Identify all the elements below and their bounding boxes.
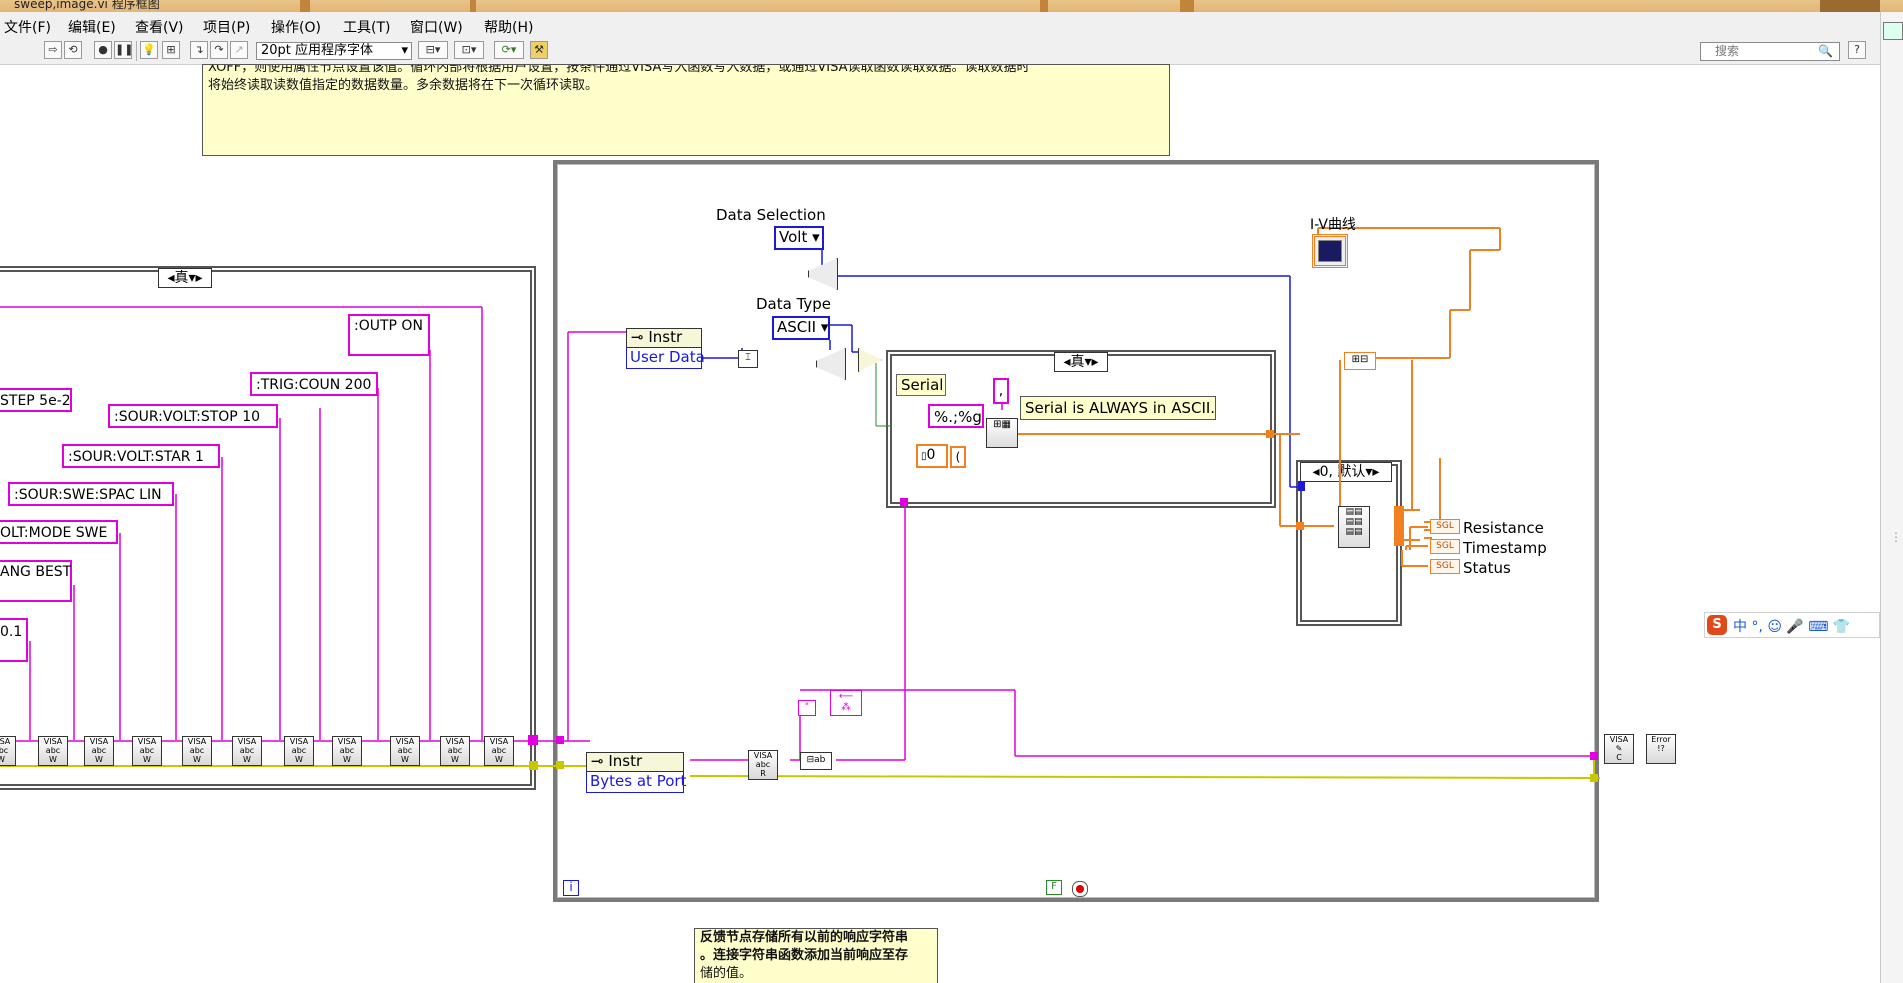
serial-label: Serial bbox=[896, 374, 946, 396]
ime-edge: ⋮ bbox=[1890, 530, 1902, 544]
visa-write-node[interactable]: VISAabcW bbox=[38, 736, 68, 766]
visa-write-node[interactable]: VISAabcW bbox=[332, 736, 362, 766]
visa-write-node[interactable]: VISAabcW bbox=[182, 736, 212, 766]
visa-write-node[interactable]: VISAabcW bbox=[484, 736, 514, 766]
resistance-indicator[interactable]: SGL bbox=[1430, 519, 1460, 534]
scpi-value[interactable]: 0.1 bbox=[0, 618, 28, 662]
zero-constant[interactable]: ▯0 bbox=[916, 444, 948, 468]
instr-icon: ⊸ bbox=[591, 752, 609, 770]
status-label: Status bbox=[1463, 559, 1511, 577]
visa-write-node[interactable]: VISAabcW bbox=[84, 736, 114, 766]
scpi-range-best[interactable]: ANG BEST bbox=[0, 560, 72, 602]
visa-write-node[interactable]: VISAabcW bbox=[0, 736, 16, 766]
instr-property-node[interactable]: ⊸ Instr bbox=[626, 328, 702, 348]
ime-toolbar[interactable]: S 中 °, ☺ 🎤 ⌨ 👕 bbox=[1704, 612, 1880, 638]
spreadsheet-string-to-array-icon[interactable]: ⊞▦ bbox=[986, 418, 1018, 448]
concatenate-strings-icon[interactable]: ⊟ab bbox=[800, 752, 832, 770]
bytes-at-port-property[interactable]: Bytes at Port bbox=[586, 772, 686, 793]
scpi-sour-swe-spac[interactable]: :SOUR:SWE:SPAC LIN bbox=[8, 482, 174, 506]
empty-string-constant[interactable]: " bbox=[798, 700, 816, 716]
resistance-label: Resistance bbox=[1463, 519, 1544, 537]
iv-curve-label: I-V曲线 bbox=[1310, 217, 1356, 233]
scpi-trig-coun[interactable]: :TRIG:COUN 200 bbox=[250, 372, 378, 396]
bundle-icon[interactable]: ⊞⊟ bbox=[1344, 352, 1376, 370]
wire-diagram bbox=[0, 227, 1601, 782]
timestamp-indicator[interactable]: SGL bbox=[1430, 539, 1460, 554]
visa-write-node[interactable]: VISAabcW bbox=[440, 736, 470, 766]
simple-error-handler[interactable]: Error!? bbox=[1646, 734, 1676, 764]
scpi-volt-mode[interactable]: OLT:MODE SWE bbox=[0, 520, 118, 544]
data-type-control[interactable]: ASCII ▾ bbox=[772, 316, 830, 340]
data-selection-control[interactable]: Volt ▾ bbox=[774, 226, 824, 250]
visa-close-node[interactable]: VISA ✎ C bbox=[1604, 734, 1634, 764]
comma-constant[interactable]: , bbox=[993, 378, 1009, 404]
scpi-sour-volt-star[interactable]: :SOUR:VOLT:STAR 1 bbox=[62, 444, 220, 468]
variant-to-data-icon[interactable]: ⌶ bbox=[738, 350, 758, 368]
instr-icon: ⊸ bbox=[631, 328, 649, 346]
array-constant-bracket: ( bbox=[950, 446, 966, 468]
scpi-sour-volt-stop[interactable]: :SOUR:VOLT:STOP 10 bbox=[108, 404, 278, 428]
visa-read-node[interactable]: VISA abc R bbox=[748, 750, 778, 780]
status-indicator[interactable]: SGL bbox=[1430, 559, 1460, 574]
visa-write-node[interactable]: VISAabcW bbox=[284, 736, 314, 766]
serial-ascii-note: Serial is ALWAYS in ASCII. bbox=[1020, 396, 1216, 420]
feedback-node-icon[interactable]: ⟵ ⁂ bbox=[830, 690, 862, 716]
graph-terminal-icon[interactable] bbox=[1312, 234, 1348, 268]
index-array-icon[interactable]: ▤▤ ▤▤ ▤▤ bbox=[1338, 506, 1370, 548]
instr-property-node-bytes[interactable]: ⊸ Instr bbox=[586, 752, 684, 772]
user-data-property[interactable]: User Data bbox=[626, 348, 705, 369]
visa-write-node[interactable]: VISAabcW bbox=[232, 736, 262, 766]
output-tunnels bbox=[1394, 506, 1404, 546]
ime-logo-icon: S bbox=[1707, 615, 1727, 635]
timestamp-label: Timestamp bbox=[1463, 539, 1547, 557]
data-type-label: Data Type bbox=[756, 295, 832, 313]
visa-write-node[interactable]: VISAabcW bbox=[132, 736, 162, 766]
ime-status: 中 °, ☺ 🎤 ⌨ 👕 bbox=[1733, 619, 1851, 635]
visa-write-node[interactable]: VISAabcW bbox=[390, 736, 420, 766]
scpi-step[interactable]: STEP 5e-2 bbox=[0, 388, 72, 412]
data-selection-label: Data Selection bbox=[716, 206, 826, 224]
scpi-outp-on[interactable]: :OUTP ON bbox=[348, 314, 430, 356]
format-string-constant[interactable]: %.;%g bbox=[928, 404, 984, 428]
